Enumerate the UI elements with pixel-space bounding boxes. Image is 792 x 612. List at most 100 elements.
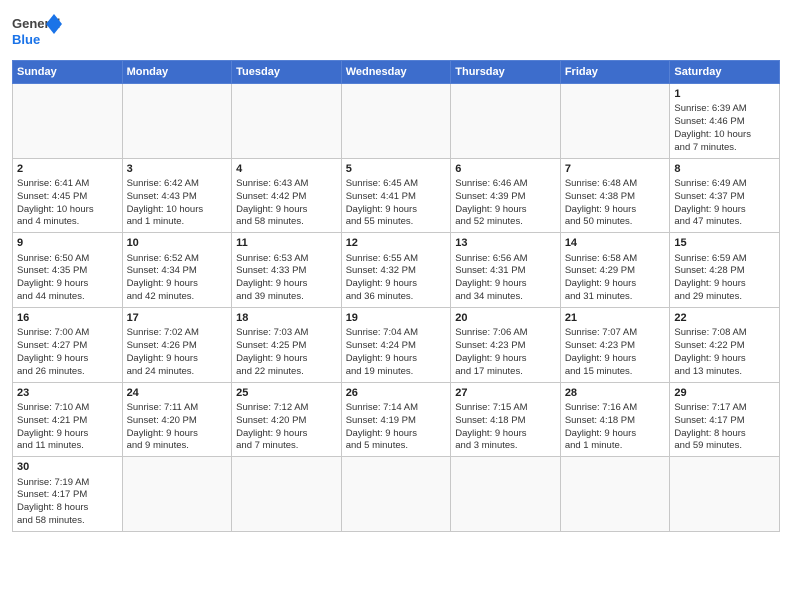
calendar-week-3: 16Sunrise: 7:00 AMSunset: 4:27 PMDayligh… bbox=[13, 307, 780, 382]
calendar-cell bbox=[341, 84, 451, 159]
calendar-cell: 5Sunrise: 6:45 AMSunset: 4:41 PMDaylight… bbox=[341, 158, 451, 233]
day-info: Sunrise: 6:59 AMSunset: 4:28 PMDaylight:… bbox=[674, 253, 775, 304]
day-number: 5 bbox=[346, 162, 447, 177]
calendar-header: SundayMondayTuesdayWednesdayThursdayFrid… bbox=[13, 61, 780, 84]
day-info: Sunrise: 6:45 AMSunset: 4:41 PMDaylight:… bbox=[346, 178, 447, 229]
generalblue-logo-icon: General Blue bbox=[12, 10, 62, 54]
calendar-week-5: 30Sunrise: 7:19 AMSunset: 4:17 PMDayligh… bbox=[13, 457, 780, 532]
calendar-table: SundayMondayTuesdayWednesdayThursdayFrid… bbox=[12, 60, 780, 532]
day-info: Sunrise: 6:56 AMSunset: 4:31 PMDaylight:… bbox=[455, 253, 556, 304]
weekday-monday: Monday bbox=[122, 61, 232, 84]
calendar-week-0: 1Sunrise: 6:39 AMSunset: 4:46 PMDaylight… bbox=[13, 84, 780, 159]
weekday-wednesday: Wednesday bbox=[341, 61, 451, 84]
day-number: 23 bbox=[17, 386, 118, 401]
calendar-week-2: 9 Sunrise: 6:50 AMSunset: 4:35 PMDaylight… bbox=[13, 233, 780, 308]
day-info: Sunrise: 6:46 AMSunset: 4:39 PMDaylight:… bbox=[455, 178, 556, 229]
day-info: Sunrise: 7:03 AMSunset: 4:25 PMDaylight:… bbox=[236, 327, 337, 378]
day-info: Sunrise: 7:12 AMSunset: 4:20 PMDaylight:… bbox=[236, 402, 337, 453]
calendar-cell: 30Sunrise: 7:19 AMSunset: 4:17 PMDayligh… bbox=[13, 457, 123, 532]
day-number: 12 bbox=[346, 236, 447, 251]
day-number: 18 bbox=[236, 311, 337, 326]
day-number: 21 bbox=[565, 311, 666, 326]
calendar-cell: 1Sunrise: 6:39 AMSunset: 4:46 PMDaylight… bbox=[670, 84, 780, 159]
calendar-cell: 14Sunrise: 6:58 AMSunset: 4:29 PMDayligh… bbox=[560, 233, 670, 308]
day-info: Sunrise: 6:42 AMSunset: 4:43 PMDaylight:… bbox=[127, 178, 228, 229]
day-info: Sunrise: 7:15 AMSunset: 4:18 PMDaylight:… bbox=[455, 402, 556, 453]
day-number: 22 bbox=[674, 311, 775, 326]
day-number: 2 bbox=[17, 162, 118, 177]
calendar-cell bbox=[122, 84, 232, 159]
calendar-cell: 19Sunrise: 7:04 AMSunset: 4:24 PMDayligh… bbox=[341, 307, 451, 382]
day-info: Sunrise: 7:14 AMSunset: 4:19 PMDaylight:… bbox=[346, 402, 447, 453]
calendar-cell: 7Sunrise: 6:48 AMSunset: 4:38 PMDaylight… bbox=[560, 158, 670, 233]
day-number: 14 bbox=[565, 236, 666, 251]
weekday-saturday: Saturday bbox=[670, 61, 780, 84]
day-info: Sunrise: 7:19 AMSunset: 4:17 PMDaylight:… bbox=[17, 477, 118, 528]
day-info: Sunrise: 7:08 AMSunset: 4:22 PMDaylight:… bbox=[674, 327, 775, 378]
calendar-cell: 24Sunrise: 7:11 AMSunset: 4:20 PMDayligh… bbox=[122, 382, 232, 457]
day-number: 26 bbox=[346, 386, 447, 401]
calendar-week-4: 23Sunrise: 7:10 AMSunset: 4:21 PMDayligh… bbox=[13, 382, 780, 457]
calendar-cell bbox=[670, 457, 780, 532]
day-number: 20 bbox=[455, 311, 556, 326]
day-info: Sunrise: 7:10 AMSunset: 4:21 PMDaylight:… bbox=[17, 402, 118, 453]
day-info: Sunrise: 6:53 AMSunset: 4:33 PMDaylight:… bbox=[236, 253, 337, 304]
svg-text:Blue: Blue bbox=[12, 32, 40, 47]
day-info: Sunrise: 6:55 AMSunset: 4:32 PMDaylight:… bbox=[346, 253, 447, 304]
calendar-cell: 3Sunrise: 6:42 AMSunset: 4:43 PMDaylight… bbox=[122, 158, 232, 233]
weekday-friday: Friday bbox=[560, 61, 670, 84]
day-number: 24 bbox=[127, 386, 228, 401]
day-number: 3 bbox=[127, 162, 228, 177]
calendar-cell: 25Sunrise: 7:12 AMSunset: 4:20 PMDayligh… bbox=[232, 382, 342, 457]
day-number: 8 bbox=[674, 162, 775, 177]
calendar-cell: 18Sunrise: 7:03 AMSunset: 4:25 PMDayligh… bbox=[232, 307, 342, 382]
calendar-cell: 12 Sunrise: 6:55 AMSunset: 4:32 PMDayligh… bbox=[341, 233, 451, 308]
calendar-cell bbox=[451, 84, 561, 159]
calendar-cell: 16Sunrise: 7:00 AMSunset: 4:27 PMDayligh… bbox=[13, 307, 123, 382]
calendar-cell: 8Sunrise: 6:49 AMSunset: 4:37 PMDaylight… bbox=[670, 158, 780, 233]
day-info: Sunrise: 7:00 AMSunset: 4:27 PMDaylight:… bbox=[17, 327, 118, 378]
day-number: 6 bbox=[455, 162, 556, 177]
weekday-row: SundayMondayTuesdayWednesdayThursdayFrid… bbox=[13, 61, 780, 84]
weekday-tuesday: Tuesday bbox=[232, 61, 342, 84]
day-number: 27 bbox=[455, 386, 556, 401]
day-number: 10 bbox=[127, 236, 228, 251]
calendar-cell: 13 Sunrise: 6:56 AMSunset: 4:31 PMDayligh… bbox=[451, 233, 561, 308]
day-info: Sunrise: 6:50 AMSunset: 4:35 PMDaylight:… bbox=[17, 253, 118, 304]
day-info: Sunrise: 6:43 AMSunset: 4:42 PMDaylight:… bbox=[236, 178, 337, 229]
calendar-cell bbox=[122, 457, 232, 532]
calendar-cell: 29Sunrise: 7:17 AMSunset: 4:17 PMDayligh… bbox=[670, 382, 780, 457]
calendar-cell: 4Sunrise: 6:43 AMSunset: 4:42 PMDaylight… bbox=[232, 158, 342, 233]
day-info: Sunrise: 6:49 AMSunset: 4:37 PMDaylight:… bbox=[674, 178, 775, 229]
day-number: 19 bbox=[346, 311, 447, 326]
calendar-cell: 23Sunrise: 7:10 AMSunset: 4:21 PMDayligh… bbox=[13, 382, 123, 457]
day-info: Sunrise: 7:02 AMSunset: 4:26 PMDaylight:… bbox=[127, 327, 228, 378]
calendar-cell bbox=[232, 84, 342, 159]
day-info: Sunrise: 7:04 AMSunset: 4:24 PMDaylight:… bbox=[346, 327, 447, 378]
calendar-cell: 15Sunrise: 6:59 AMSunset: 4:28 PMDayligh… bbox=[670, 233, 780, 308]
day-number: 1 bbox=[674, 87, 775, 102]
day-number: 28 bbox=[565, 386, 666, 401]
page: General Blue SundayMondayTuesdayWednesda… bbox=[0, 0, 792, 612]
calendar-cell: 26Sunrise: 7:14 AMSunset: 4:19 PMDayligh… bbox=[341, 382, 451, 457]
day-number: 13 bbox=[455, 236, 556, 251]
day-number: 7 bbox=[565, 162, 666, 177]
day-number: 9 bbox=[17, 236, 118, 251]
calendar-week-1: 2Sunrise: 6:41 AMSunset: 4:45 PMDaylight… bbox=[13, 158, 780, 233]
day-info: Sunrise: 7:07 AMSunset: 4:23 PMDaylight:… bbox=[565, 327, 666, 378]
day-info: Sunrise: 7:06 AMSunset: 4:23 PMDaylight:… bbox=[455, 327, 556, 378]
calendar-cell: 2Sunrise: 6:41 AMSunset: 4:45 PMDaylight… bbox=[13, 158, 123, 233]
day-number: 11 bbox=[236, 236, 337, 251]
calendar-cell: 27Sunrise: 7:15 AMSunset: 4:18 PMDayligh… bbox=[451, 382, 561, 457]
day-number: 16 bbox=[17, 311, 118, 326]
calendar-body: 1Sunrise: 6:39 AMSunset: 4:46 PMDaylight… bbox=[13, 84, 780, 532]
day-number: 29 bbox=[674, 386, 775, 401]
calendar-cell bbox=[13, 84, 123, 159]
logo: General Blue bbox=[12, 10, 62, 54]
day-info: Sunrise: 7:17 AMSunset: 4:17 PMDaylight:… bbox=[674, 402, 775, 453]
day-info: Sunrise: 6:41 AMSunset: 4:45 PMDaylight:… bbox=[17, 178, 118, 229]
calendar-cell: 28Sunrise: 7:16 AMSunset: 4:18 PMDayligh… bbox=[560, 382, 670, 457]
weekday-sunday: Sunday bbox=[13, 61, 123, 84]
calendar-cell: 6Sunrise: 6:46 AMSunset: 4:39 PMDaylight… bbox=[451, 158, 561, 233]
weekday-thursday: Thursday bbox=[451, 61, 561, 84]
